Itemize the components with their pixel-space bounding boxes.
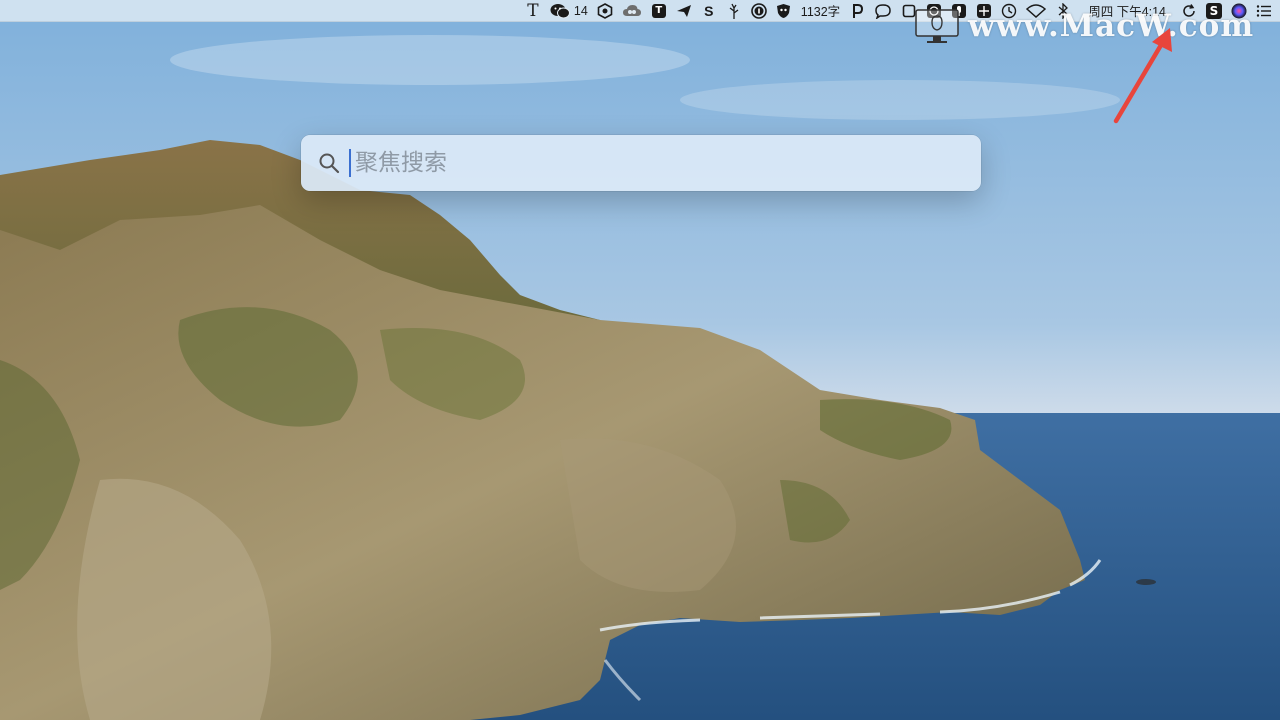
- face-box-icon[interactable]: [926, 0, 942, 22]
- time-machine-icon[interactable]: [1001, 0, 1017, 22]
- word-count[interactable]: 1132字: [801, 0, 840, 22]
- grid-box-icon[interactable]: [976, 0, 992, 22]
- wechat-badge-count: 14: [573, 3, 588, 18]
- siri-icon[interactable]: [1231, 0, 1247, 22]
- tree-icon[interactable]: [726, 0, 742, 22]
- wechat-menu[interactable]: 14: [550, 0, 588, 22]
- text-T-icon[interactable]: T: [525, 0, 541, 22]
- wechat-icon: [550, 3, 570, 18]
- square-icon[interactable]: [901, 0, 917, 22]
- text-caret: [349, 149, 351, 177]
- microphone-icon[interactable]: [951, 0, 967, 22]
- p-icon[interactable]: [849, 0, 865, 22]
- send-plane-icon[interactable]: [676, 0, 692, 22]
- sync-icon[interactable]: [1181, 0, 1197, 22]
- menu-bar: T 14 T S 1132字 周四 下午4:14 S: [0, 0, 1280, 22]
- search-icon: [317, 151, 341, 175]
- spotlight-search-input[interactable]: [353, 142, 981, 184]
- creative-cloud-icon[interactable]: [622, 0, 642, 22]
- wifi-icon[interactable]: [1026, 0, 1047, 22]
- notification-center-icon[interactable]: [1256, 0, 1272, 22]
- menubar-clock[interactable]: 周四 下午4:14: [1088, 0, 1166, 22]
- bluetooth-icon[interactable]: [1055, 0, 1071, 22]
- s-app-icon[interactable]: S: [701, 0, 717, 22]
- one-password-icon[interactable]: [750, 0, 767, 22]
- shield-icon[interactable]: [776, 0, 792, 22]
- spotlight-search-bar: [301, 135, 981, 191]
- s-box-icon[interactable]: S: [1206, 0, 1222, 22]
- chat-bubble-icon[interactable]: [874, 0, 892, 22]
- t-box-app-icon[interactable]: T: [651, 0, 667, 22]
- hexagon-app-icon[interactable]: [597, 0, 613, 22]
- desktop-wallpaper: [0, 0, 1280, 720]
